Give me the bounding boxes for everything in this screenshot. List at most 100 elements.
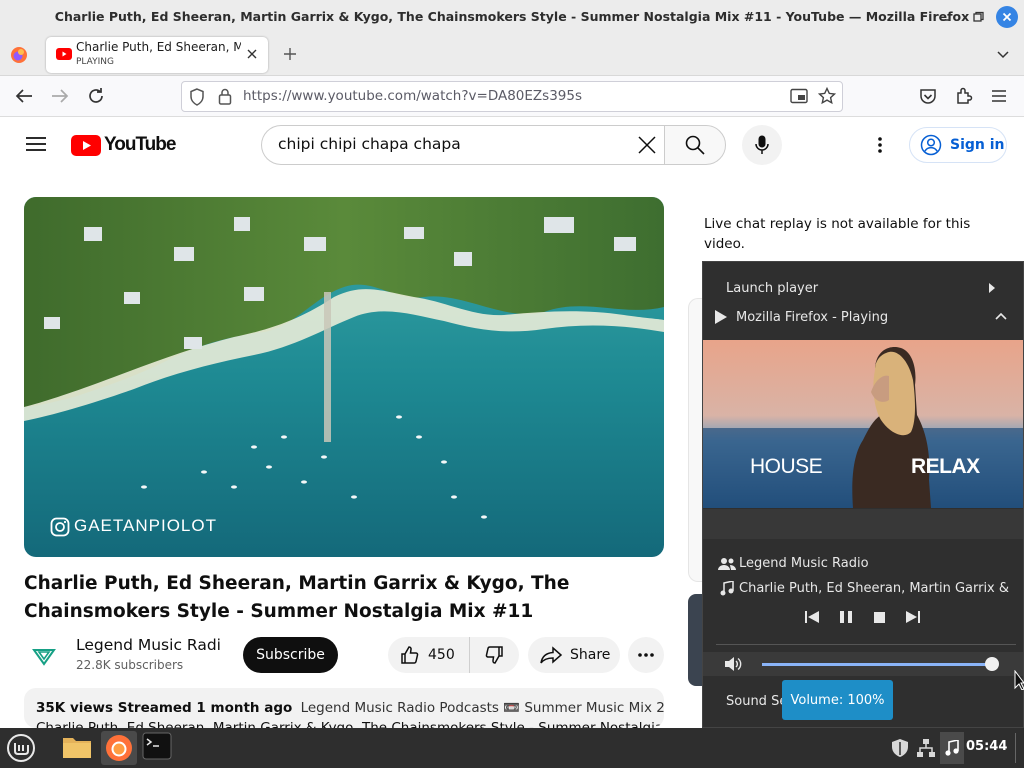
youtube-play-logo-icon [71,134,101,156]
subscriber-count: 22.8K subscribers [76,658,184,672]
terminal-icon [142,732,172,760]
track-title: Charlie Puth, Ed Sheeran, Martin Garrix … [739,581,1011,596]
subscribe-button[interactable]: Subscribe [243,637,338,673]
clock[interactable]: 05:44 [966,739,1007,754]
shield-icon[interactable] [890,738,910,758]
close-icon [247,49,257,59]
bookmark-star-icon[interactable] [818,87,836,105]
popup-separator [716,644,1016,645]
instagram-icon [50,517,70,537]
extensions-icon[interactable] [955,87,973,105]
live-chat-replay-message: Live chat replay is not available for th… [704,216,971,252]
close-icon [1002,12,1012,22]
reload-icon [89,88,103,103]
settings-more-button[interactable] [877,136,883,154]
stop-icon [874,612,885,623]
volume-slider-track[interactable] [762,663,992,666]
reload-button[interactable] [87,87,105,105]
close-button[interactable] [996,6,1018,28]
firefox-taskbar-button[interactable] [101,731,137,765]
more-actions-button[interactable] [628,637,664,673]
description-box[interactable]: 35K views Streamed 1 month ago Legend Mu… [24,688,664,728]
pocket-icon[interactable] [919,88,937,105]
restore-icon [973,11,984,22]
clear-search-button[interactable] [637,135,657,155]
window-title: Charlie Puth, Ed Sheeran, Martin Garrix … [54,9,970,24]
dislike-button[interactable] [470,637,518,673]
firefox-view-icon[interactable] [10,46,28,64]
next-track-button[interactable] [906,611,920,623]
stop-button[interactable] [874,612,885,623]
video-title: Charlie Puth, Ed Sheeran, Martin Garrix … [24,573,570,622]
volume-slider-handle[interactable] [985,657,999,671]
list-tabs-button[interactable] [996,47,1010,61]
picture-in-picture-icon[interactable] [790,88,808,104]
terminal-launcher[interactable] [142,732,172,760]
linux-mint-logo-icon [7,734,35,762]
share-label: Share [570,647,611,663]
search-input[interactable]: chipi chipi chapa chapa [278,135,461,153]
account-circle-icon [920,134,942,156]
arrow-right-icon [52,89,69,103]
cover-text-house: HOUSE [750,455,823,478]
search-button[interactable] [664,125,726,165]
lock-icon[interactable] [218,88,232,105]
video-frame-aerial-coast [24,197,664,557]
volume-icon[interactable] [724,656,742,672]
description-text: Legend Music Radio Podcasts 📼 Summer Mus… [300,700,664,716]
app-menu-button[interactable] [991,89,1007,103]
artist-icon [718,557,736,571]
new-tab-button[interactable] [282,46,298,62]
sound-applet-button[interactable] [940,732,964,764]
chevron-up-icon[interactable] [995,312,1007,320]
pause-icon [840,611,852,623]
cover-caption-strip [703,509,1023,539]
guide-menu-button[interactable] [26,136,46,152]
show-desktop-button[interactable] [1015,733,1019,763]
artist-name: Legend Music Radio [739,556,869,571]
channel-name[interactable]: Legend Music Radio [76,636,221,654]
previous-track-button[interactable] [805,611,819,623]
video-watermark: GAETANPIOLOT [74,516,217,535]
tracking-protection-icon[interactable] [189,88,205,106]
tab-close-button[interactable] [246,48,258,60]
share-button[interactable]: Share [528,637,620,673]
album-cover-art: HOUSE RELAX [703,340,1023,508]
forward-button[interactable] [51,88,69,104]
tab-title: Charlie Puth, Ed Sheeran, M [76,40,241,54]
thumbs-down-icon [485,646,503,664]
like-count: 450 [428,647,455,663]
skip-previous-icon [805,611,819,623]
player-source-item[interactable]: Mozilla Firefox - Playing [736,310,888,325]
youtube-favicon [56,48,72,60]
url-text[interactable]: https://www.youtube.com/watch?v=DA80EZs3… [243,88,582,104]
hamburger-icon [26,137,46,151]
volume-tooltip: Volume: 100% [782,680,893,720]
submenu-arrow-icon [988,282,996,294]
microphone-icon [755,135,769,154]
tab-playing-label: PLAYING [76,57,114,67]
files-launcher[interactable] [62,734,92,760]
maximize-button[interactable] [967,6,989,28]
channel-avatar[interactable] [30,641,58,669]
chevron-down-icon [997,51,1009,59]
start-menu-button[interactable] [6,733,36,763]
sign-in-label: Sign in [950,137,1005,153]
share-icon [540,646,562,664]
sign-in-button[interactable]: Sign in [909,127,1007,163]
music-note-icon [720,581,734,596]
minimize-icon [942,19,950,21]
voice-search-button[interactable] [742,125,782,165]
pause-button[interactable] [840,611,852,623]
music-note-icon [945,740,959,756]
like-dislike-group: 450 [388,637,519,673]
back-button[interactable] [15,88,33,104]
minimize-button[interactable] [935,6,957,28]
like-button[interactable]: 450 [388,637,470,673]
launch-player-item[interactable]: Launch player [726,281,818,296]
video-player[interactable]: GAETANPIOLOT [24,197,664,557]
youtube-logo[interactable]: YouTube [71,134,176,156]
network-icon[interactable] [916,738,936,758]
thumbs-up-icon [401,646,419,664]
sound-settings-item[interactable]: Sound Se [726,694,787,709]
